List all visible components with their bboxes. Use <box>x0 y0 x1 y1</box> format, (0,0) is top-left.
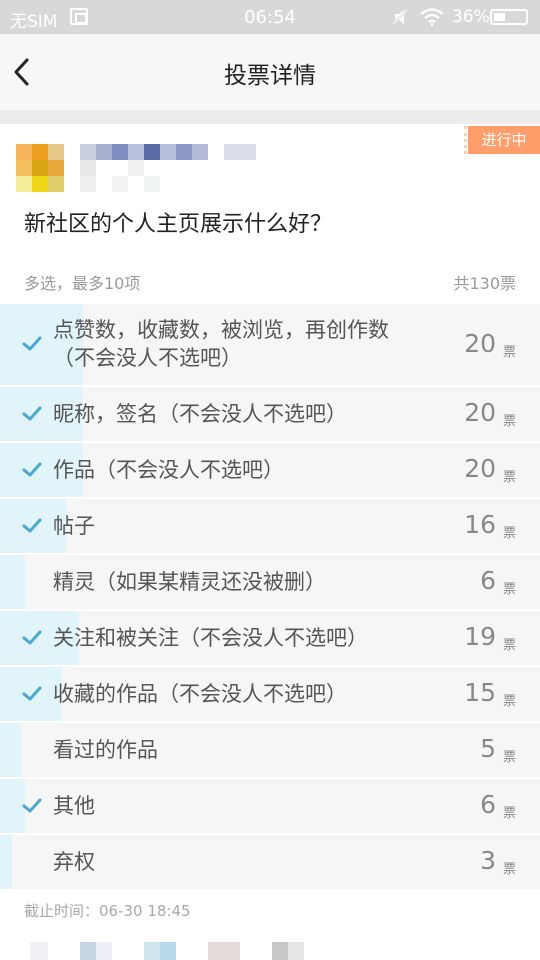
vote-option-count: 20 <box>464 454 496 483</box>
mute-icon <box>393 9 407 25</box>
vote-option-unit: 票 <box>502 750 516 765</box>
vote-option-label: 收藏的作品（不会没人不选吧） <box>53 682 347 706</box>
vote-option-count: 20 <box>464 329 496 358</box>
vote-option-unit: 票 <box>502 526 516 541</box>
vote-option-count: 6 <box>480 790 496 819</box>
vote-option-label: 弃权 <box>53 850 95 874</box>
vote-option-unit: 票 <box>502 582 516 597</box>
vote-option-count: 3 <box>480 846 496 875</box>
vote-option-count: 19 <box>464 622 496 651</box>
vote-option[interactable]: 其他 6 票 <box>0 779 540 833</box>
vote-deadline: 截止时间：06-30 18:45 <box>24 902 191 920</box>
vote-option[interactable]: 看过的作品 5 票 <box>0 723 540 777</box>
vote-option[interactable]: 弃权 3 票 <box>0 835 540 889</box>
vote-option-unit: 票 <box>502 806 516 821</box>
vote-option-unit: 票 <box>502 414 516 429</box>
vote-option-label: 其他 <box>53 794 95 818</box>
wifi-icon <box>420 8 444 26</box>
vote-option-label: 帖子 <box>53 514 95 538</box>
vote-option[interactable]: 精灵（如果某精灵还没被删） 6 票 <box>0 555 540 609</box>
avatar[interactable] <box>16 144 64 192</box>
vote-option-unit: 票 <box>502 470 516 485</box>
username-blurred[interactable] <box>80 144 260 192</box>
vote-option[interactable]: 关注和被关注（不会没人不选吧） 19 票 <box>0 611 540 665</box>
vote-option-unit: 票 <box>502 638 516 653</box>
vote-option-label: 看过的作品 <box>53 738 158 762</box>
page-title: 投票详情 <box>224 63 316 89</box>
vote-option-label: 关注和被关注（不会没人不选吧） <box>53 626 368 650</box>
voter-avatars-blurred[interactable] <box>30 942 330 960</box>
vote-option[interactable]: 帖子 16 票 <box>0 499 540 553</box>
vote-option-count: 15 <box>464 678 496 707</box>
vote-option-count: 6 <box>480 566 496 595</box>
vote-option-unit: 票 <box>502 862 516 877</box>
vote-option-count: 20 <box>464 398 496 427</box>
vote-option-label: 作品（不会没人不选吧） <box>53 458 284 482</box>
vote-option-label: 点赞数，收藏数，被浏览，再创作数（不会没人不选吧） <box>53 318 389 370</box>
vote-total: 共130票 <box>453 274 516 293</box>
vote-mode: 多选，最多10项 <box>24 274 141 293</box>
vote-option-unit: 票 <box>502 345 516 360</box>
vote-option[interactable]: 昵称，签名（不会没人不选吧） 20 票 <box>0 387 540 441</box>
vote-option-count: 5 <box>480 734 496 763</box>
nav-bar: 投票详情 <box>0 34 540 110</box>
header-divider <box>0 110 540 124</box>
vote-option[interactable]: 收藏的作品（不会没人不选吧） 15 票 <box>0 667 540 721</box>
vote-options-list: 点赞数，收藏数，被浏览，再创作数（不会没人不选吧） 20 票 昵称，签名（不会没… <box>0 304 540 891</box>
vote-option[interactable]: 作品（不会没人不选吧） 20 票 <box>0 443 540 497</box>
vote-option[interactable]: 点赞数，收藏数，被浏览，再创作数（不会没人不选吧） 20 票 <box>0 304 540 385</box>
status-badge: 进行中 <box>464 126 540 154</box>
status-bar: 无SIM 06:54 36% <box>0 0 540 34</box>
vote-option-label: 精灵（如果某精灵还没被删） <box>53 570 326 594</box>
vote-option-label: 昵称，签名（不会没人不选吧） <box>53 402 347 426</box>
battery-percent: 36% <box>452 7 490 27</box>
vote-option-unit: 票 <box>502 694 516 709</box>
vote-question: 新社区的个人主页展示什么好？ <box>24 212 333 237</box>
vote-option-count: 16 <box>464 510 496 539</box>
battery-icon <box>490 9 528 25</box>
